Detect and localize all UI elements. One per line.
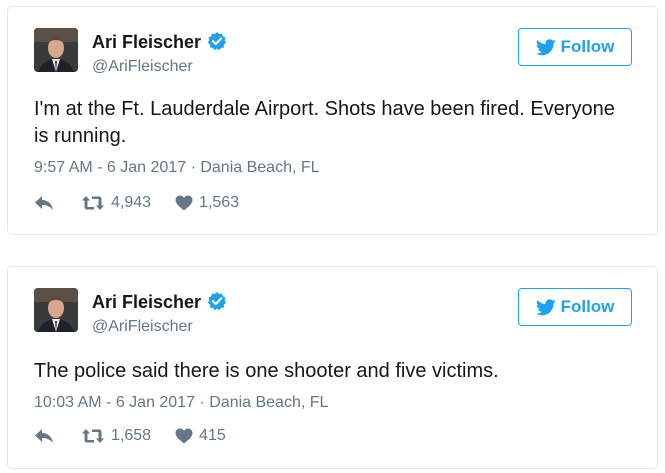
tweet-location[interactable]: Dania Beach, FL bbox=[200, 159, 319, 176]
tweet-card: Ari Fleischer @AriFleischer Follow The p… bbox=[7, 266, 658, 469]
follow-label[interactable]: Follow bbox=[561, 37, 615, 57]
heart-icon bbox=[175, 195, 193, 211]
follow-label[interactable]: Follow bbox=[561, 297, 615, 317]
verified-badge-icon bbox=[208, 292, 227, 311]
tweet-text: I'm at the Ft. Lauderdale Airport. Shots… bbox=[34, 98, 615, 147]
verified-badge-icon bbox=[208, 32, 227, 51]
like-count: 415 bbox=[199, 427, 226, 444]
author-handle[interactable]: @AriFleischer bbox=[92, 318, 193, 336]
tweet-timestamp[interactable]: 10:03 AM - 6 Jan 2017 bbox=[34, 394, 195, 411]
meta-separator: · bbox=[190, 159, 196, 176]
tweet-meta: 9:57 AM - 6 Jan 2017 · Dania Beach, FL bbox=[34, 159, 320, 177]
tweet-actions: 4,943 1,563 bbox=[34, 194, 239, 212]
tweet-location[interactable]: Dania Beach, FL bbox=[209, 394, 328, 411]
tweet-actions: 1,658 415 bbox=[34, 427, 226, 445]
twitter-bird-icon bbox=[535, 298, 556, 315]
reply-icon bbox=[35, 429, 53, 443]
retweet-icon bbox=[82, 429, 104, 443]
author-name[interactable]: Ari Fleischer bbox=[92, 31, 227, 53]
tweet-text: The police said there is one shooter and… bbox=[34, 360, 499, 382]
reply-button[interactable] bbox=[34, 195, 54, 211]
reply-icon bbox=[35, 196, 53, 210]
follow-button[interactable]: Follow bbox=[518, 28, 632, 66]
tweet-card: Ari Fleischer @AriFleischer Follow I'm a… bbox=[7, 6, 658, 235]
twitter-bird-icon bbox=[535, 38, 556, 55]
tweet-meta: 10:03 AM - 6 Jan 2017 · Dania Beach, FL bbox=[34, 394, 328, 412]
retweet-icon bbox=[82, 196, 104, 210]
tweet-timestamp[interactable]: 9:57 AM - 6 Jan 2017 bbox=[34, 159, 186, 176]
follow-button[interactable]: Follow bbox=[518, 288, 632, 326]
retweet-count: 4,943 bbox=[111, 194, 152, 211]
avatar[interactable] bbox=[34, 28, 78, 72]
author-name[interactable]: Ari Fleischer bbox=[92, 291, 227, 313]
heart-icon bbox=[175, 428, 193, 444]
retweet-button[interactable]: 4,943 bbox=[81, 194, 151, 212]
author-name-text[interactable]: Ari Fleischer bbox=[92, 292, 201, 312]
like-button[interactable]: 415 bbox=[175, 427, 226, 445]
meta-separator: · bbox=[199, 394, 205, 411]
like-button[interactable]: 1,563 bbox=[175, 194, 239, 212]
author-handle[interactable]: @AriFleischer bbox=[92, 58, 193, 76]
author-name-text[interactable]: Ari Fleischer bbox=[92, 32, 201, 52]
retweet-button[interactable]: 1,658 bbox=[81, 427, 151, 445]
reply-button[interactable] bbox=[34, 428, 54, 444]
avatar[interactable] bbox=[34, 288, 78, 332]
retweet-count: 1,658 bbox=[111, 427, 152, 444]
like-count: 1,563 bbox=[199, 194, 240, 211]
